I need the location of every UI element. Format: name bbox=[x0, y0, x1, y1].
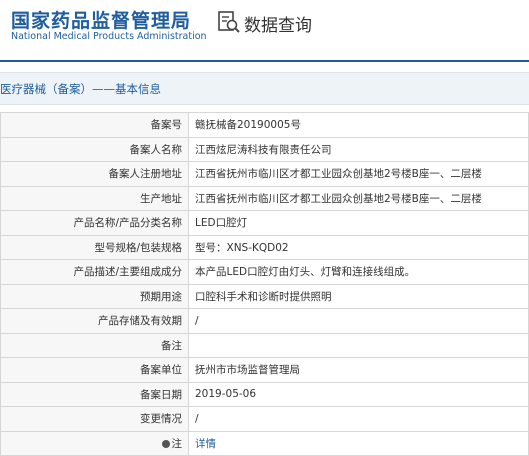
details-link[interactable]: 详情 bbox=[195, 438, 216, 450]
row-label: 备案号 bbox=[0, 112, 189, 138]
table-row: 备案日期 2019-05-06 bbox=[0, 381, 529, 407]
search-document-icon bbox=[218, 11, 240, 33]
record-detail-table: 备案号 赣抚械备20190005号 备案人名称 江西炫尼涛科技有限责任公司 备案人注册地… bbox=[0, 112, 529, 456]
row-label: 备案人名称 bbox=[0, 136, 189, 162]
site-header: 国家药品监督管理局 National Medical Products Admi… bbox=[0, 0, 529, 58]
table-row: 产品存储及有效期 / bbox=[0, 308, 529, 334]
table-row: 预期用途 口腔科手术和诊断时提供照明 bbox=[0, 283, 529, 309]
table-row: 备注 bbox=[0, 332, 529, 358]
row-value: 本产品LED口腔灯由灯头、灯臂和连接线组成。 bbox=[188, 259, 529, 285]
row-value: 型号：XNS-KQD02 bbox=[188, 234, 529, 260]
row-label-text: 注 bbox=[171, 437, 183, 450]
org-name-en: National Medical Products Administration bbox=[11, 31, 207, 42]
row-label: 备注 bbox=[0, 332, 189, 358]
row-value: / bbox=[188, 406, 529, 432]
row-value bbox=[188, 332, 529, 358]
row-value: 江西炫尼涛科技有限责任公司 bbox=[188, 136, 529, 162]
table-row: 产品描述/主要组成成分 本产品LED口腔灯由灯头、灯臂和连接线组成。 bbox=[0, 259, 529, 285]
row-value: 江西省抚州市临川区才都工业园众创基地2号楼B座一、二层楼 bbox=[188, 161, 529, 187]
row-value: 赣抚械备20190005号 bbox=[188, 112, 529, 138]
row-label: 变更情况 bbox=[0, 406, 189, 432]
row-label: 备案日期 bbox=[0, 381, 189, 407]
row-label: 产品描述/主要组成成分 bbox=[0, 259, 189, 285]
row-value: LED口腔灯 bbox=[188, 210, 529, 236]
row-label: 产品名称/产品分类名称 bbox=[0, 210, 189, 236]
row-label: 型号规格/包装规格 bbox=[0, 234, 189, 260]
table-row: 注详情 bbox=[0, 430, 529, 456]
row-value: 江西省抚州市临川区才都工业园众创基地2号楼B座一、二层楼 bbox=[188, 185, 529, 211]
table-row: 变更情况 / bbox=[0, 406, 529, 432]
table-row: 产品名称/产品分类名称 LED口腔灯 bbox=[0, 210, 529, 236]
table-row: 备案人注册地址 江西省抚州市临川区才都工业园众创基地2号楼B座一、二层楼 bbox=[0, 161, 529, 187]
row-value: 抚州市市场监督管理局 bbox=[188, 357, 529, 383]
row-label: 注 bbox=[0, 430, 189, 456]
section-title: 数据查询 bbox=[244, 16, 312, 36]
row-value: 详情 bbox=[188, 430, 529, 456]
row-label: 生产地址 bbox=[0, 185, 189, 211]
breadcrumb-bar: 医疗器械（备案）——基本信息 bbox=[0, 72, 529, 105]
row-label: 备案人注册地址 bbox=[0, 161, 189, 187]
row-value: 口腔科手术和诊断时提供照明 bbox=[188, 283, 529, 309]
row-label: 产品存储及有效期 bbox=[0, 308, 189, 334]
table-row: 备案单位 抚州市市场监督管理局 bbox=[0, 357, 529, 383]
org-name-cn: 国家药品监督管理局 bbox=[11, 10, 192, 32]
table-row: 备案人名称 江西炫尼涛科技有限责任公司 bbox=[0, 136, 529, 162]
row-value: / bbox=[188, 308, 529, 334]
note-icon bbox=[161, 439, 170, 448]
table-row: 生产地址 江西省抚州市临川区才都工业园众创基地2号楼B座一、二层楼 bbox=[0, 185, 529, 211]
header-divider bbox=[0, 60, 529, 62]
row-label: 备案单位 bbox=[0, 357, 189, 383]
table-row: 型号规格/包装规格 型号：XNS-KQD02 bbox=[0, 234, 529, 260]
breadcrumb: 医疗器械（备案）——基本信息 bbox=[0, 82, 161, 96]
row-label: 预期用途 bbox=[0, 283, 189, 309]
row-value: 2019-05-06 bbox=[188, 381, 529, 407]
table-row: 备案号 赣抚械备20190005号 bbox=[0, 112, 529, 138]
